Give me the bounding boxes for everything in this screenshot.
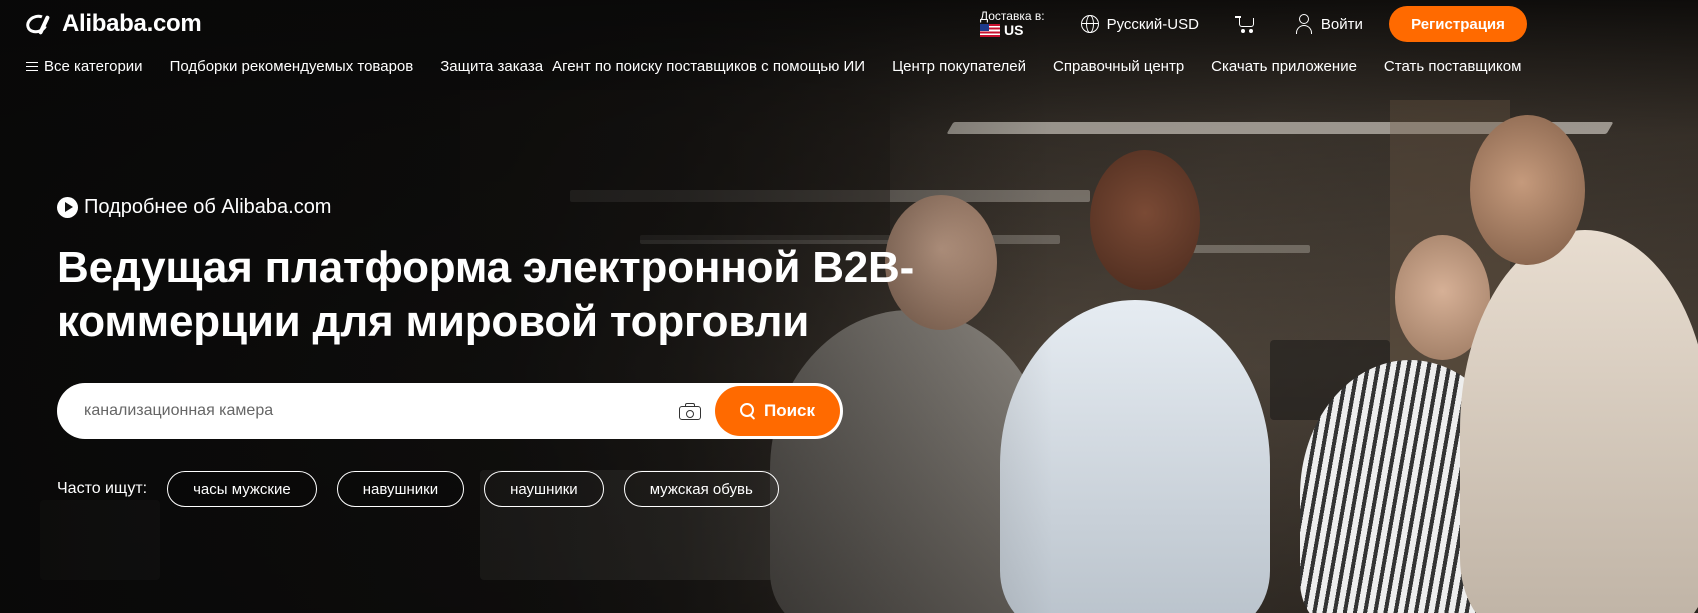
us-flag-icon <box>980 24 1000 38</box>
play-icon <box>57 197 78 218</box>
language-currency-selector[interactable]: Русский-USD <box>1080 15 1199 33</box>
headline-line-1: Ведущая платформа электронной B2B- <box>57 243 915 292</box>
ship-to-selector[interactable]: Доставка в: US <box>980 8 1045 39</box>
popular-chip[interactable]: часы мужские <box>167 471 317 507</box>
search-button-label: Поиск <box>763 401 816 420</box>
nav-order-protection[interactable]: Защита заказа <box>440 58 543 75</box>
cart-icon[interactable] <box>1234 14 1257 34</box>
globe-icon <box>1080 15 1099 33</box>
headline-line-2: коммерции для мировой торговли <box>57 297 810 346</box>
learn-more-label: Подробнее об Alibaba.com <box>84 196 332 218</box>
main-nav: Все категории Подборки рекомендуемых тов… <box>26 58 1521 75</box>
nav-item-label: Все категории <box>44 58 143 75</box>
search-input[interactable] <box>57 383 679 439</box>
hero-headline: Ведущая платформа электронной B2B- комме… <box>57 241 957 349</box>
user-icon <box>1295 14 1313 34</box>
nav-ai-sourcing-agent[interactable]: Агент по поиску поставщиков с помощью ИИ <box>552 58 865 75</box>
nav-become-supplier[interactable]: Стать поставщиком <box>1384 58 1521 75</box>
language-currency-label: Русский-USD <box>1106 15 1199 33</box>
login-button[interactable]: Войти <box>1295 14 1363 34</box>
register-button[interactable]: Регистрация <box>1389 6 1527 42</box>
camera-icon[interactable] <box>679 402 701 420</box>
popular-chip[interactable]: мужская обувь <box>623 471 779 507</box>
popular-chip[interactable]: наушники <box>484 471 604 507</box>
logo-text: Alibaba.com <box>62 10 202 37</box>
popular-searches: Часто ищут: часы мужские навушники наушн… <box>57 471 799 507</box>
login-label: Войти <box>1320 15 1363 33</box>
menu-icon <box>26 61 38 72</box>
ship-to-value: US <box>980 21 1045 38</box>
nav-buyer-central[interactable]: Центр покупателей <box>892 58 1026 75</box>
header-actions: Доставка в: US Русский-USD Войти <box>980 0 1363 48</box>
nav-help-center[interactable]: Справочный центр <box>1053 58 1184 75</box>
alibaba-logo[interactable]: Alibaba.com <box>23 10 202 38</box>
learn-more-link[interactable]: Подробнее об Alibaba.com <box>57 196 957 219</box>
nav-all-categories[interactable]: Все категории <box>26 58 143 75</box>
hero-content: Подробнее об Alibaba.com Ведущая платфор… <box>57 196 957 349</box>
search-icon <box>739 403 756 419</box>
ship-to-label: Доставка в: <box>980 8 1045 23</box>
search-button[interactable]: Поиск <box>715 386 840 436</box>
nav-download-app[interactable]: Скачать приложение <box>1211 58 1357 75</box>
alibaba-logo-icon <box>23 11 56 37</box>
ship-to-country: US <box>1004 21 1024 38</box>
popular-chip[interactable]: навушники <box>336 471 465 507</box>
search-bar: Поиск <box>57 383 843 439</box>
nav-featured-selections[interactable]: Подборки рекомендуемых товаров <box>170 58 414 75</box>
popular-searches-label: Часто ищут: <box>57 480 148 497</box>
